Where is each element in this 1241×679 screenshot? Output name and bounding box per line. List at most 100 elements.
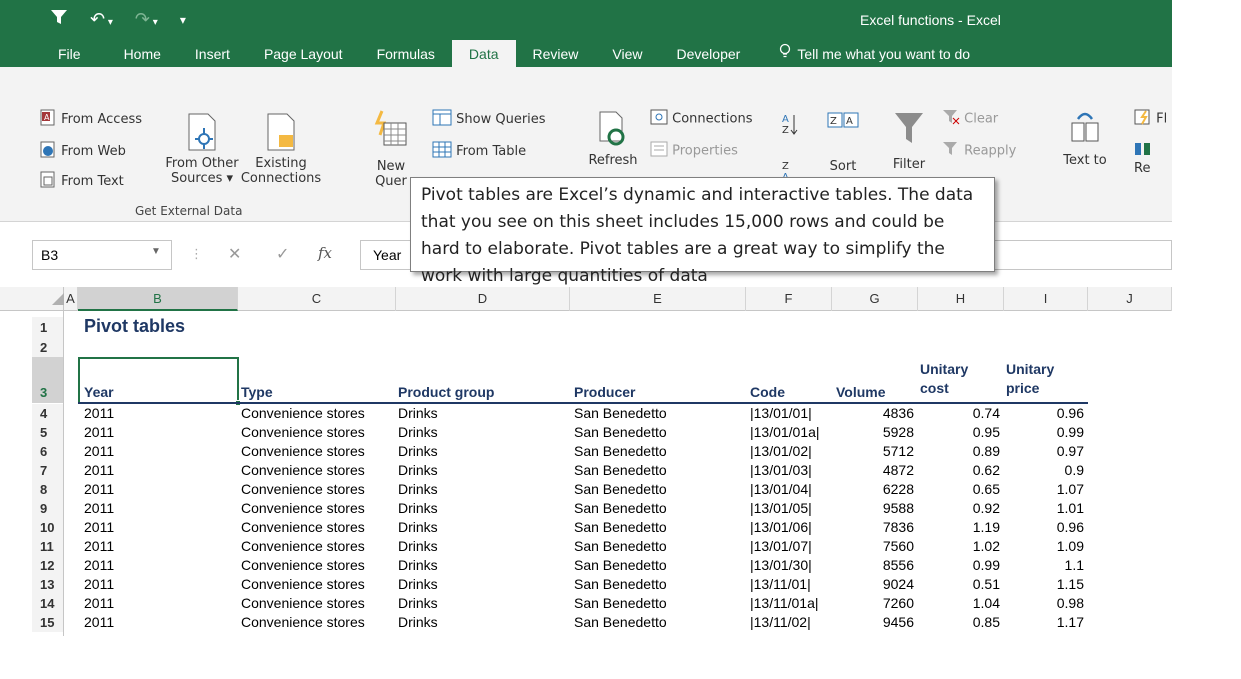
header-producer[interactable]: Producer [574, 384, 635, 400]
cell-product-group[interactable]: Drinks [398, 405, 438, 421]
cell-unitary-price[interactable]: 0.97 [1004, 443, 1084, 459]
column-header-b[interactable]: B [78, 287, 238, 311]
filter-button[interactable]: Filter [886, 109, 932, 172]
cell-product-group[interactable]: Drinks [398, 462, 438, 478]
header-unitary-cost-1[interactable]: Unitary [920, 361, 968, 377]
column-header-h[interactable]: H [918, 287, 1004, 311]
cell-type[interactable]: Convenience stores [241, 538, 365, 554]
cell-code[interactable]: |13/01/06| [750, 519, 812, 535]
from-text-button[interactable]: From Text [40, 171, 124, 192]
cell-producer[interactable]: San Benedetto [574, 405, 667, 421]
cell-unitary-cost[interactable]: 0.95 [918, 424, 1000, 440]
tell-me-box[interactable]: Tell me what you want to do [757, 40, 970, 67]
row-header[interactable]: 2 [32, 337, 64, 357]
cell-volume[interactable]: 8556 [832, 557, 914, 573]
cell-year[interactable]: 2011 [84, 443, 114, 459]
row-header[interactable]: 7 [32, 461, 64, 480]
cell-year[interactable]: 2011 [84, 462, 114, 478]
filter-icon[interactable] [50, 8, 68, 31]
show-queries-button[interactable]: Show Queries [432, 109, 546, 130]
enter-icon[interactable]: ✓ [276, 244, 289, 264]
cell-producer[interactable]: San Benedetto [574, 519, 667, 535]
column-header-d[interactable]: D [396, 287, 570, 311]
from-access-button[interactable]: A From Access [40, 109, 142, 130]
cell-type[interactable]: Convenience stores [241, 576, 365, 592]
cell-type[interactable]: Convenience stores [241, 614, 365, 630]
column-header-g[interactable]: G [832, 287, 918, 311]
cell-type[interactable]: Convenience stores [241, 405, 365, 421]
cell-code[interactable]: |13/01/03| [750, 462, 812, 478]
cell-product-group[interactable]: Drinks [398, 614, 438, 630]
cell-volume[interactable]: 5928 [832, 424, 914, 440]
cell-unitary-price[interactable]: 0.98 [1004, 595, 1084, 611]
cell-volume[interactable]: 9024 [832, 576, 914, 592]
cell-year[interactable]: 2011 [84, 405, 114, 421]
cell-unitary-price[interactable]: 1.15 [1004, 576, 1084, 592]
new-query-button[interactable]: New Quer [371, 109, 411, 189]
header-unitary-cost-2[interactable]: cost [920, 380, 949, 396]
header-type[interactable]: Type [241, 384, 273, 400]
tab-file[interactable]: File [0, 40, 107, 67]
cell-code[interactable]: |13/11/01| [750, 576, 811, 592]
cell-code[interactable]: |13/11/02| [750, 614, 811, 630]
cell-code[interactable]: |13/01/02| [750, 443, 812, 459]
column-header-c[interactable]: C [238, 287, 396, 311]
header-unitary-price-1[interactable]: Unitary [1006, 361, 1054, 377]
header-code[interactable]: Code [750, 384, 785, 400]
row-header[interactable]: 13 [32, 575, 64, 594]
cell-volume[interactable]: 7260 [832, 595, 914, 611]
cell-producer[interactable]: San Benedetto [574, 557, 667, 573]
undo-icon[interactable]: ↶ ▾ [90, 9, 113, 30]
cell-year[interactable]: 2011 [84, 576, 114, 592]
column-header-f[interactable]: F [746, 287, 832, 311]
cell-type[interactable]: Convenience stores [241, 424, 365, 440]
header-unitary-price-2[interactable]: price [1006, 380, 1039, 396]
cell-year[interactable]: 2011 [84, 519, 114, 535]
chevron-down-icon[interactable]: ▼ [151, 246, 161, 257]
cell-code[interactable]: |13/01/30| [750, 557, 812, 573]
flash-fill-button[interactable]: Fl [1134, 109, 1167, 129]
from-table-button[interactable]: From Table [432, 141, 526, 162]
cell-unitary-price[interactable]: 0.99 [1004, 424, 1084, 440]
cell-product-group[interactable]: Drinks [398, 519, 438, 535]
cell-product-group[interactable]: Drinks [398, 443, 438, 459]
row-header[interactable]: 15 [32, 613, 64, 632]
cell-volume[interactable]: 9456 [832, 614, 914, 630]
cell-product-group[interactable]: Drinks [398, 500, 438, 516]
sort-az-icon[interactable]: AZ [781, 111, 799, 145]
tab-review[interactable]: Review [516, 40, 596, 67]
existing-connections-button[interactable]: Existing Connections [238, 113, 324, 186]
tab-view[interactable]: View [595, 40, 659, 67]
cell-unitary-price[interactable]: 0.96 [1004, 519, 1084, 535]
insert-function-icon[interactable]: fx [318, 244, 332, 262]
tab-page-layout[interactable]: Page Layout [247, 40, 360, 67]
cell-year[interactable]: 2011 [84, 500, 114, 516]
redo-icon[interactable]: ↷ ▾ [135, 9, 158, 30]
cell-product-group[interactable]: Drinks [398, 576, 438, 592]
cell-unitary-price[interactable]: 1.1 [1004, 557, 1084, 573]
cell-volume[interactable]: 5712 [832, 443, 914, 459]
sort-button[interactable]: ZA Sort [820, 111, 866, 174]
cell-unitary-cost[interactable]: 0.89 [918, 443, 1000, 459]
cell-type[interactable]: Convenience stores [241, 481, 365, 497]
cell-unitary-cost[interactable]: 0.99 [918, 557, 1000, 573]
cell-unitary-cost[interactable]: 0.65 [918, 481, 1000, 497]
cell-producer[interactable]: San Benedetto [574, 538, 667, 554]
cell-producer[interactable]: San Benedetto [574, 500, 667, 516]
cell-producer[interactable]: San Benedetto [574, 576, 667, 592]
cell-unitary-cost[interactable]: 1.02 [918, 538, 1000, 554]
row-header[interactable]: 8 [32, 480, 64, 499]
select-all-corner[interactable] [0, 287, 64, 311]
cell-product-group[interactable]: Drinks [398, 424, 438, 440]
cell-unitary-cost[interactable]: 0.62 [918, 462, 1000, 478]
cell-unitary-price[interactable]: 0.96 [1004, 405, 1084, 421]
cell-year[interactable]: 2011 [84, 595, 114, 611]
cell-code[interactable]: |13/01/01| [750, 405, 812, 421]
cell-unitary-cost[interactable]: 1.04 [918, 595, 1000, 611]
cell-type[interactable]: Convenience stores [241, 443, 365, 459]
cell-product-group[interactable]: Drinks [398, 557, 438, 573]
cancel-icon[interactable]: ✕ [228, 244, 241, 264]
cell-unitary-price[interactable]: 1.01 [1004, 500, 1084, 516]
cell-producer[interactable]: San Benedetto [574, 462, 667, 478]
cell-type[interactable]: Convenience stores [241, 500, 365, 516]
